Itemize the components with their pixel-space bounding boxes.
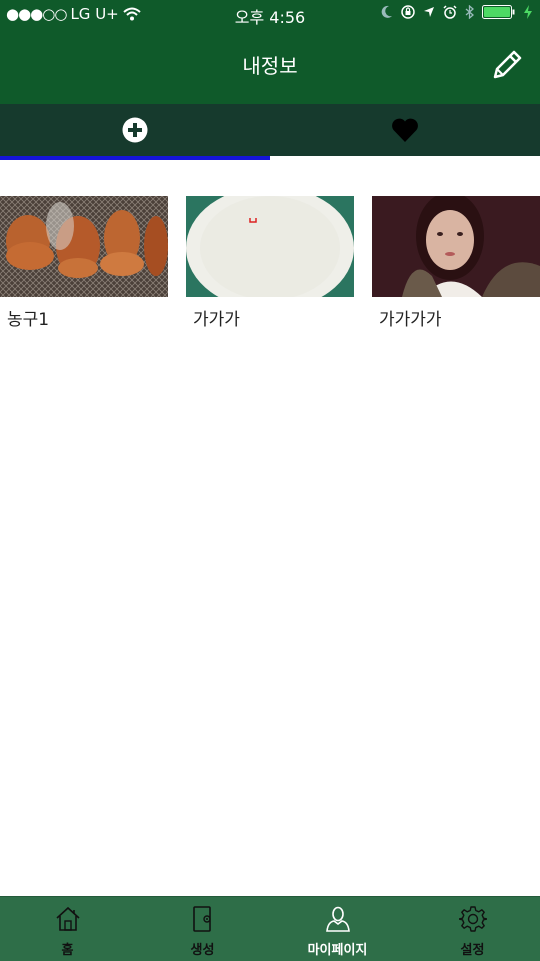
tab-my-posts[interactable] xyxy=(0,104,270,156)
bluetooth-icon xyxy=(465,5,474,19)
heart-icon xyxy=(392,118,418,142)
nav-home[interactable]: 홈 xyxy=(0,897,135,961)
orientation-lock-icon xyxy=(401,5,415,19)
white-plate-photo xyxy=(186,196,354,297)
tab-bar xyxy=(0,104,540,156)
location-icon xyxy=(424,7,434,17)
create-icon xyxy=(192,906,211,932)
charging-icon xyxy=(524,5,532,19)
item-title: 농구1 xyxy=(7,310,50,330)
nav-label: 홈 xyxy=(61,943,74,958)
pencil-icon xyxy=(493,50,522,79)
list-item[interactable]: 농구1 xyxy=(0,196,168,330)
list-item[interactable]: 가가가 xyxy=(186,196,354,330)
nav-label: 설정 xyxy=(460,943,485,958)
alarm-icon xyxy=(443,5,457,19)
app-header: 내정보 xyxy=(0,28,540,104)
active-tab-indicator xyxy=(0,156,270,160)
user-icon xyxy=(325,906,350,932)
gear-icon xyxy=(458,906,487,932)
nav-settings[interactable]: 설정 xyxy=(405,897,540,961)
person-photo xyxy=(372,196,540,297)
status-right xyxy=(381,5,532,19)
bottom-navigation: 홈 생성 마이페이지 설정 xyxy=(0,896,540,961)
edit-button[interactable] xyxy=(490,48,524,82)
item-title: 가가가가 xyxy=(379,310,442,330)
nav-label: 생성 xyxy=(190,943,215,958)
battery-icon xyxy=(482,5,515,19)
home-icon xyxy=(55,906,80,931)
tab-favorites[interactable] xyxy=(270,104,540,156)
plus-circle-icon xyxy=(122,117,148,143)
grilled-meat-photo xyxy=(0,196,168,297)
nav-create[interactable]: 생성 xyxy=(135,897,270,961)
moon-icon xyxy=(381,5,392,18)
nav-label: 마이페이지 xyxy=(307,943,368,958)
item-title: 가가가 xyxy=(193,310,240,330)
list-item[interactable]: 가가가가 xyxy=(372,196,540,330)
status-bar: ●●●○○ LG U+ 오후 4:56 xyxy=(0,0,540,28)
nav-mypage[interactable]: 마이페이지 xyxy=(270,897,405,961)
page-title: 내정보 xyxy=(242,54,298,78)
